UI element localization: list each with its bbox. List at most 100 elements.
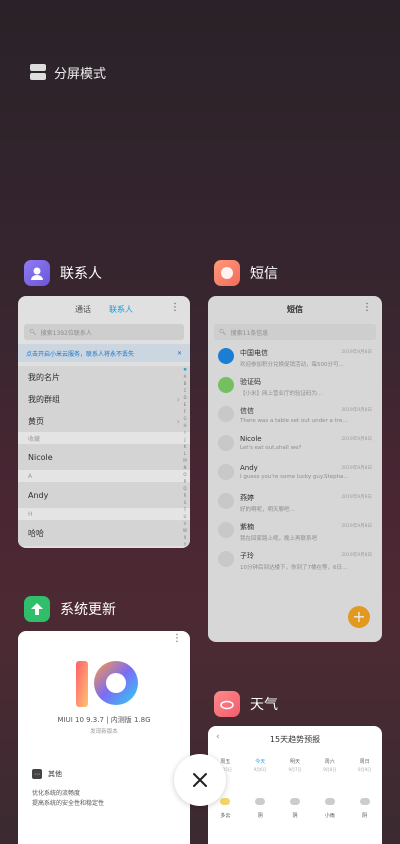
sms-app-icon [214, 260, 240, 286]
alphabet-letter[interactable]: M [182, 457, 188, 464]
alphabet-letter[interactable]: K [182, 443, 188, 450]
update-app-header[interactable]: 系统更新 [24, 596, 116, 622]
search-icon: 🔍︎ [219, 328, 227, 336]
message-row[interactable]: Andy I guess you're some lucky guy.Stepha… [208, 460, 382, 489]
contact-row-andy[interactable]: Andy [18, 482, 190, 508]
alphabet-letter[interactable]: ♥ [182, 366, 188, 373]
alphabet-letter[interactable]: V [182, 520, 188, 527]
alphabet-letter[interactable]: T [182, 506, 188, 513]
update-subtitle: 发现新版本 [90, 729, 118, 735]
message-row[interactable]: 紫楠 我在回家路上呢，晚上再联系吧 2019年9月8日 [208, 518, 382, 547]
weather-app-icon [214, 691, 240, 717]
update-other-label: 其他 [48, 770, 62, 778]
weather-day-name: 明天 [289, 759, 300, 765]
alphabet-letter[interactable]: J [182, 436, 188, 443]
alphabet-letter[interactable]: L [182, 450, 188, 457]
more-horizontal-icon: ⋯ [32, 769, 42, 779]
sms-app-name: 短信 [250, 266, 278, 282]
close-icon[interactable]: ✕ [177, 350, 182, 357]
message-row[interactable]: Nicole Let's eat out,shall we? 2019年9月8日 [208, 431, 382, 460]
close-icon [193, 773, 207, 787]
message-row[interactable]: 信信 There was a table set out under a tree… [208, 402, 382, 431]
new-message-button[interactable]: + [348, 606, 370, 628]
message-time: 2019年9月8日 [341, 524, 372, 529]
contact-row-nicole[interactable]: Nicole [18, 444, 190, 470]
close-all-button[interactable] [174, 754, 226, 806]
my-groups-row[interactable]: 我的群组 › [18, 388, 190, 410]
alphabet-letter[interactable]: D [182, 394, 188, 401]
split-screen-button[interactable]: 分屏模式 [30, 62, 106, 82]
update-note: 优化系统的流畅度 [32, 790, 81, 797]
alphabet-letter[interactable]: O [182, 471, 188, 478]
cloud-icon [324, 798, 335, 805]
contacts-app-card[interactable]: 通话 联系人 ⋮ 🔍︎ 搜索1392位联系人 点击开启小米云服务，联系人将永不丢… [18, 296, 190, 548]
message-row[interactable]: 中国电信 欢迎参加积分兑换促销活动，每500分可… 2019年9月8日 [208, 344, 382, 373]
sms-list: 中国电信 欢迎参加积分兑换促销活动，每500分可… 2019年9月8日 验证码 【小米】… [208, 344, 382, 576]
message-row[interactable]: 燕婷 好的啊呢，明天聊吧… 2019年9月8日 [208, 489, 382, 518]
message-preview: 好的啊呢，明天聊吧… [240, 507, 296, 513]
my-card-label: 我的名片 [28, 372, 60, 382]
alphabet-letter[interactable]: N [182, 464, 188, 471]
my-card-row[interactable]: 我的名片 [18, 366, 190, 388]
alphabet-letter[interactable]: U [182, 513, 188, 520]
message-row[interactable]: 验证码 【小米】网上营业厅的验证码为… [208, 373, 382, 402]
section-header: 收藏 [18, 432, 190, 444]
alphabet-letter[interactable]: E [182, 401, 188, 408]
alphabet-letter[interactable]: R [182, 492, 188, 499]
system-update-app-icon [24, 596, 50, 622]
tab-calls[interactable]: 通话 [75, 304, 91, 315]
update-app-name: 系统更新 [60, 602, 116, 618]
weather-day: 周六 9月8日 [312, 758, 347, 773]
avatar [218, 522, 234, 538]
alphabet-letter[interactable]: G [182, 415, 188, 422]
alphabet-letter[interactable]: I [182, 429, 188, 436]
alphabet-letter[interactable]: W [182, 527, 188, 534]
tab-contacts[interactable]: 联系人 [109, 304, 133, 315]
contact-row-haha[interactable]: 哈哈 [18, 520, 190, 546]
cloud-banner[interactable]: 点击开启小米云服务，联系人将永不丢失 ✕ [18, 344, 190, 362]
weather-app-name: 天气 [250, 697, 278, 713]
weather-day-name: 周六 [324, 759, 335, 765]
alphabet-letter[interactable]: P [182, 478, 188, 485]
section-header: H [18, 508, 190, 520]
avatar [218, 551, 234, 567]
message-row[interactable]: 子玲 10分钟后到达楼下，你到了7楼在等，6日… 2019年9月8日 [208, 547, 382, 576]
more-icon[interactable]: ⋮ [362, 302, 372, 313]
contacts-app-header[interactable]: 联系人 [24, 260, 102, 286]
more-icon[interactable]: ⋮ [170, 302, 180, 313]
weather-app-card[interactable]: ‹ 15天趋势预报 周五 9月5日 今天 9月6日 明天 9月7日 周六 9月8日 周日 9月9日… [208, 726, 382, 844]
alphabet-letter[interactable]: S [182, 499, 188, 506]
alphabet-letter[interactable]: Y [182, 541, 188, 548]
contacts-tabbar: 通话 联系人 ⋮ [18, 296, 190, 322]
alphabet-index[interactable]: ♥ABCDEFGHIJKLMNOPQRSTUVWXYZ# [182, 366, 188, 548]
alphabet-letter[interactable]: H [182, 422, 188, 429]
weather-condition: 阴 [362, 813, 368, 819]
sms-app-card[interactable]: 短信 ⋮ 🔍︎ 搜索11条信息 中国电信 欢迎参加积分兑换促销活动，每500分可…… [208, 296, 382, 642]
alphabet-letter[interactable]: F [182, 408, 188, 415]
more-icon[interactable]: ⋮ [172, 633, 182, 644]
avatar [218, 493, 234, 509]
cloud-icon [255, 798, 266, 805]
alphabet-letter[interactable]: X [182, 534, 188, 541]
update-app-card[interactable]: ⋮ MIUI 10 9.3.7 | 内测版 1.8G 发现新版本 ⋯ 其他 优化… [18, 631, 190, 844]
weather-app-header[interactable]: 天气 [214, 691, 278, 717]
update-other-section: ⋯ 其他 [32, 769, 62, 779]
alphabet-letter[interactable]: C [182, 387, 188, 394]
message-preview: Let's eat out,shall we? [240, 445, 302, 451]
message-preview: 我在回家路上呢，晚上再联系吧 [240, 536, 318, 542]
sms-titlebar: 短信 ⋮ [208, 296, 382, 322]
plus-icon: + [352, 607, 366, 626]
alphabet-letter[interactable]: Q [182, 485, 188, 492]
weather-condition: 小雨 [324, 813, 335, 819]
sms-search-placeholder: 搜索11条信息 [230, 329, 269, 337]
avatar [218, 406, 234, 422]
contacts-search-input[interactable]: 🔍︎ 搜索1392位联系人 [24, 324, 184, 340]
update-version: MIUI 10 9.3.7 | 内测版 1.8G [57, 716, 151, 724]
contact-name: Andy [28, 490, 49, 500]
alphabet-letter[interactable]: A [182, 373, 188, 380]
miui-10-logo [76, 661, 138, 707]
sms-search-input[interactable]: 🔍︎ 搜索11条信息 [214, 324, 376, 340]
alphabet-letter[interactable]: B [182, 380, 188, 387]
sms-app-header[interactable]: 短信 [214, 260, 278, 286]
yellow-pages-row[interactable]: 黄页 › [18, 410, 190, 432]
